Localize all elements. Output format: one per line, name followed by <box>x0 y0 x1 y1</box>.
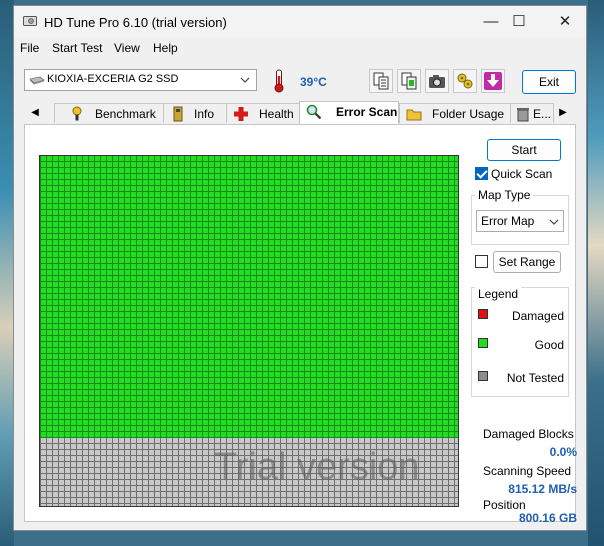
map-type-title: Map Type <box>475 188 534 202</box>
info-icon <box>173 106 183 122</box>
desktop-background-right <box>588 0 604 546</box>
drive-select[interactable]: KIOXIA-EXCERIA G2 SSD <box>24 69 257 91</box>
drive-name: KIOXIA-EXCERIA G2 SSD <box>47 73 179 85</box>
menu-view[interactable]: View <box>114 41 140 55</box>
maximize-button[interactable]: ☐ <box>500 6 538 38</box>
legend-not-tested-label: Not Tested <box>506 371 564 385</box>
legend-group: Legend Damaged Good Not Tested <box>471 287 569 397</box>
hard-drive-icon <box>23 16 37 26</box>
tab-benchmark[interactable]: Benchmark <box>54 103 164 123</box>
tab-bar: ◀ Benchmark Info Health Error Scan Folde… <box>14 101 586 124</box>
desktop-background-left <box>0 0 14 546</box>
temperature-readout: 39°C <box>300 75 327 89</box>
scan-stats: Damaged Blocks 0.0% Scanning Speed 815.1… <box>483 413 577 525</box>
toolbar: KIOXIA-EXCERIA G2 SSD 39°C Exit <box>14 60 586 102</box>
tab-folder-usage[interactable]: Folder Usage <box>399 103 511 123</box>
menu-start-test[interactable]: Start Test <box>52 41 102 55</box>
legend-damaged-swatch <box>478 309 488 319</box>
tab-label: Error Scan <box>336 105 398 119</box>
save-button[interactable] <box>481 69 505 93</box>
ssd-icon <box>29 76 45 85</box>
tools-icon <box>457 73 473 89</box>
menu-file[interactable]: File <box>20 41 39 55</box>
exit-button[interactable]: Exit <box>522 70 576 94</box>
tab-health[interactable]: Health <box>226 103 300 123</box>
camera-icon <box>429 75 445 88</box>
tab-label: Info <box>194 107 215 121</box>
tab-error-scan[interactable]: Error Scan <box>299 101 399 124</box>
position-value: 800.16 GB <box>518 511 577 525</box>
set-range-checkbox[interactable] <box>475 255 488 268</box>
tab-label: Benchmark <box>95 107 156 121</box>
tab-erase[interactable]: E... <box>510 103 554 123</box>
tab-scroll-left[interactable]: ◀ <box>28 104 42 122</box>
damaged-blocks-label: Damaged Blocks <box>483 427 574 441</box>
app-window: HD Tune Pro 6.10 (trial version) — ☐ ✕ F… <box>13 5 587 531</box>
tab-label: Health <box>259 107 294 121</box>
legend-not-tested-swatch <box>478 371 488 381</box>
benchmark-icon <box>72 106 82 121</box>
tab-label: E... <box>533 107 552 121</box>
title-bar: HD Tune Pro 6.10 (trial version) — ☐ ✕ <box>14 6 586 38</box>
options-button[interactable] <box>453 69 477 93</box>
start-button[interactable]: Start <box>487 139 561 161</box>
copy-text-button[interactable] <box>369 69 393 93</box>
copy-text-icon <box>373 72 389 90</box>
trash-icon <box>517 108 529 122</box>
quick-scan-checkbox[interactable] <box>475 167 488 180</box>
quick-scan-label: Quick Scan <box>491 167 553 181</box>
thermometer-icon <box>274 69 284 93</box>
legend-damaged-label: Damaged <box>511 309 564 323</box>
legend-title: Legend <box>475 287 522 301</box>
copy-screenshot-button[interactable] <box>397 69 421 93</box>
magnifier-icon <box>306 104 322 120</box>
position-label: Position <box>483 498 526 512</box>
menu-help[interactable]: Help <box>153 41 178 55</box>
map-type-group: Map Type Error Map <box>471 188 569 245</box>
error-map-good-blocks <box>40 156 458 438</box>
trial-watermark: Trial version <box>214 446 420 488</box>
chevron-down-icon <box>240 77 250 83</box>
error-map: Trial version <box>39 155 459 507</box>
map-type-select[interactable]: Error Map <box>476 210 564 232</box>
tab-label: Folder Usage <box>432 107 505 121</box>
damaged-blocks-value: 0.0% <box>549 445 577 459</box>
menu-bar: File Start Test View Help <box>14 38 586 60</box>
tab-scroll-right[interactable]: ▶ <box>556 104 570 122</box>
screenshot-button[interactable] <box>425 69 449 93</box>
set-range-button[interactable]: Set Range <box>493 251 561 273</box>
copy-screenshot-icon <box>401 72 417 90</box>
health-icon <box>234 107 248 121</box>
chevron-down-icon <box>549 219 559 225</box>
folder-icon <box>406 109 422 121</box>
close-button[interactable]: ✕ <box>546 6 584 38</box>
error-scan-panel: Trial version Start Quick Scan Map Type … <box>24 124 577 525</box>
scanning-speed-value: 815.12 MB/s <box>508 482 577 496</box>
legend-good-label: Good <box>534 338 564 352</box>
download-icon <box>484 72 502 90</box>
tab-info[interactable]: Info <box>163 103 227 123</box>
window-title: HD Tune Pro 6.10 (trial version) <box>44 15 227 30</box>
legend-good-swatch <box>478 338 488 348</box>
map-type-value: Error Map <box>481 214 535 228</box>
scanning-speed-label: Scanning Speed <box>483 464 572 478</box>
